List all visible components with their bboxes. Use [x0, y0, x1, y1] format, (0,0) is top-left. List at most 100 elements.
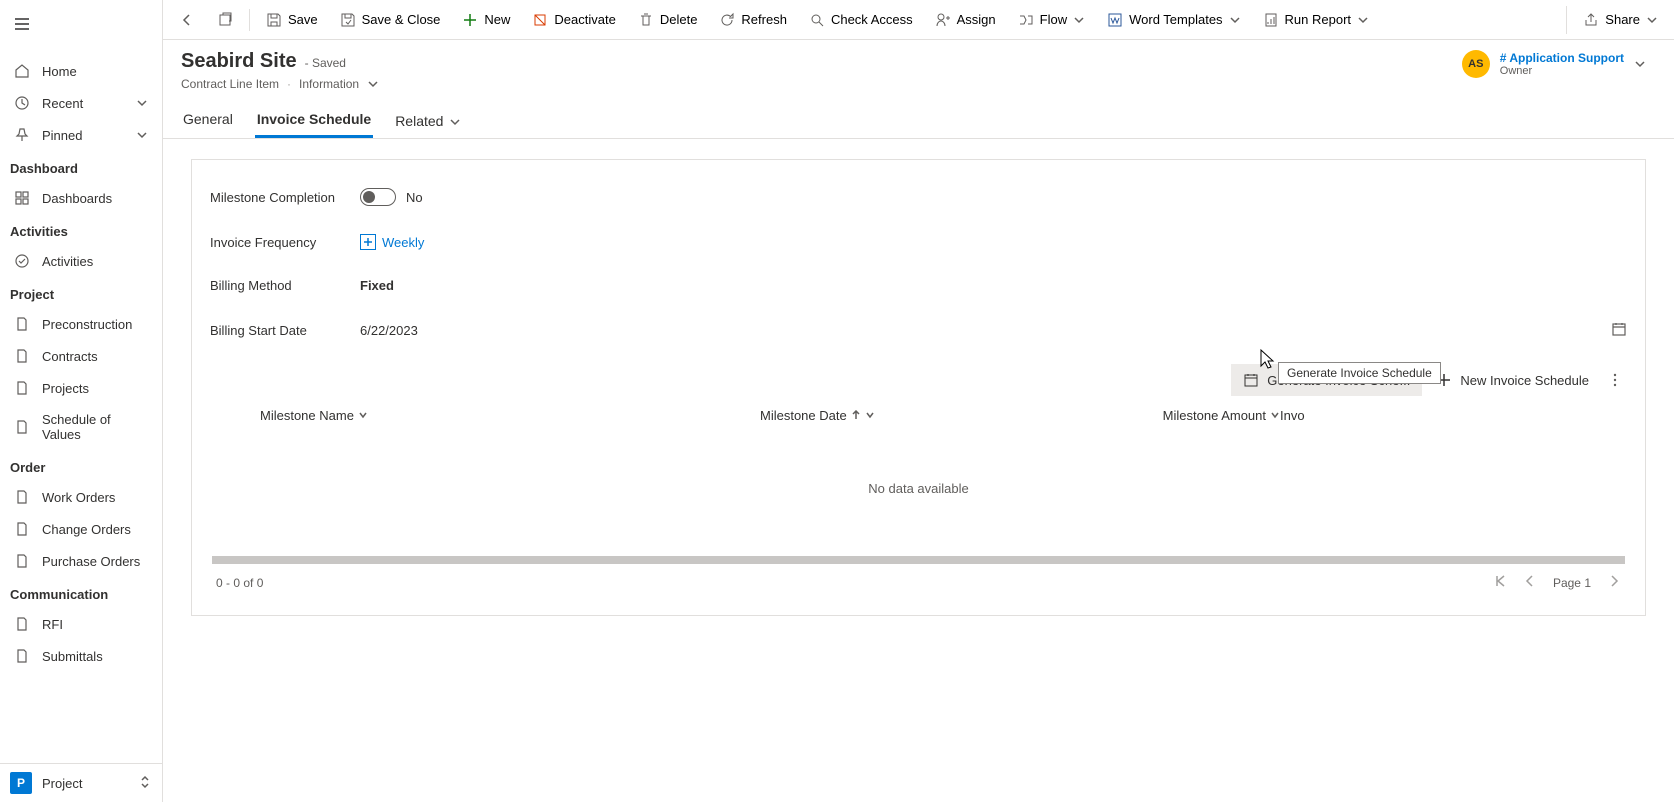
- field-label-milestone-completion: Milestone Completion: [210, 190, 360, 205]
- sidebar-item-dashboards[interactable]: Dashboards: [0, 182, 162, 214]
- hamburger-menu-button[interactable]: [0, 8, 162, 43]
- sidebar-item-activities[interactable]: Activities: [0, 245, 162, 277]
- field-label-billing-start-date: Billing Start Date: [210, 323, 360, 338]
- doc-icon: [14, 616, 30, 632]
- sidebar-item-home[interactable]: Home: [0, 55, 162, 87]
- sidebar-item-contracts[interactable]: Contracts: [0, 340, 162, 372]
- cmd-label: Assign: [957, 12, 996, 27]
- billing-method-value[interactable]: Fixed: [360, 278, 1597, 293]
- sidebar-item-label: Home: [42, 64, 77, 79]
- tooltip: Generate Invoice Schedule: [1278, 362, 1441, 384]
- save-close-button[interactable]: Save & Close: [330, 6, 451, 34]
- tab-invoice-schedule[interactable]: Invoice Schedule: [255, 103, 373, 138]
- sidebar-item-change-orders[interactable]: Change Orders: [0, 513, 162, 545]
- milestone-completion-value: No: [406, 190, 423, 205]
- breadcrumb: Contract Line Item · Information: [181, 77, 1462, 91]
- owner-name[interactable]: # Application Support: [1500, 51, 1624, 65]
- sidebar-item-label: Submittals: [42, 649, 103, 664]
- sidebar-item-label: Preconstruction: [42, 317, 132, 332]
- cmd-label: Run Report: [1285, 12, 1351, 27]
- new-button[interactable]: New: [452, 6, 520, 34]
- field-label-billing-method: Billing Method: [210, 278, 360, 293]
- check-access-button[interactable]: Check Access: [799, 6, 923, 34]
- app-label: Project: [42, 776, 82, 791]
- deactivate-button[interactable]: Deactivate: [522, 6, 625, 34]
- sidebar-section-communication: Communication: [0, 577, 162, 608]
- delete-button[interactable]: Delete: [628, 6, 708, 34]
- sidebar-item-schedule-of-values[interactable]: Schedule of Values: [0, 404, 162, 450]
- save-button[interactable]: Save: [256, 6, 328, 34]
- home-icon: [14, 63, 30, 79]
- subgrid-more-button[interactable]: [1603, 364, 1627, 396]
- tab-label: Related: [395, 113, 443, 129]
- refresh-icon: [719, 12, 735, 28]
- pager-prev-button[interactable]: [1523, 574, 1537, 591]
- flow-button[interactable]: Flow: [1008, 6, 1095, 34]
- horizontal-scrollbar[interactable]: [212, 556, 1625, 564]
- refresh-button[interactable]: Refresh: [709, 6, 797, 34]
- chevron-down-icon: [1357, 14, 1369, 26]
- run-report-button[interactable]: Run Report: [1253, 6, 1379, 34]
- tab-general[interactable]: General: [181, 103, 235, 138]
- doc-icon: [14, 521, 30, 537]
- clock-icon: [14, 95, 30, 111]
- sidebar-section-dashboard: Dashboard: [0, 151, 162, 182]
- column-invoice-date[interactable]: Invo: [1280, 408, 1340, 423]
- sidebar-item-label: Change Orders: [42, 522, 131, 537]
- report-icon: [1263, 12, 1279, 28]
- tab-related[interactable]: Related: [393, 103, 463, 138]
- sidebar-item-label: Work Orders: [42, 490, 115, 505]
- sidebar-item-label: Projects: [42, 381, 89, 396]
- doc-icon: [14, 348, 30, 364]
- column-milestone-date[interactable]: Milestone Date: [760, 408, 1160, 423]
- column-milestone-amount[interactable]: Milestone Amount: [1160, 408, 1280, 423]
- new-invoice-schedule-button[interactable]: New Invoice Schedule: [1424, 364, 1601, 396]
- owner-avatar[interactable]: AS: [1462, 50, 1490, 78]
- billing-start-date-value[interactable]: 6/22/2023: [360, 323, 1597, 338]
- sidebar-item-label: Schedule of Values: [42, 412, 148, 442]
- cmd-label: Deactivate: [554, 12, 615, 27]
- sidebar-item-recent[interactable]: Recent: [0, 87, 162, 119]
- share-button[interactable]: Share: [1573, 6, 1668, 34]
- command-bar: Save Save & Close New Deactivate Delete: [163, 0, 1674, 40]
- sidebar-item-preconstruction[interactable]: Preconstruction: [0, 308, 162, 340]
- sidebar-item-label: Purchase Orders: [42, 554, 140, 569]
- assign-button[interactable]: Assign: [925, 6, 1006, 34]
- breadcrumb-form: Information: [299, 77, 359, 91]
- milestone-completion-toggle[interactable]: [360, 188, 396, 206]
- chevron-down-icon: [358, 408, 368, 423]
- back-button[interactable]: [169, 6, 205, 34]
- chevron-down-icon: [1073, 14, 1085, 26]
- invoice-frequency-lookup[interactable]: Weekly: [360, 234, 1597, 250]
- sidebar-item-rfi[interactable]: RFI: [0, 608, 162, 640]
- search-icon: [809, 12, 825, 28]
- share-icon: [1583, 12, 1599, 28]
- deactivate-icon: [532, 12, 548, 28]
- word-templates-button[interactable]: Word Templates: [1097, 6, 1250, 34]
- sidebar-item-pinned[interactable]: Pinned: [0, 119, 162, 151]
- sidebar-item-purchase-orders[interactable]: Purchase Orders: [0, 545, 162, 577]
- pager-next-button[interactable]: [1607, 574, 1621, 591]
- cmd-label: Share: [1605, 12, 1640, 27]
- column-label: Milestone Amount: [1163, 408, 1266, 423]
- sidebar-item-label: Dashboards: [42, 191, 112, 206]
- sidebar-item-projects[interactable]: Projects: [0, 372, 162, 404]
- sort-up-icon: [851, 408, 861, 423]
- column-label: Invo: [1280, 408, 1305, 423]
- calendar-icon[interactable]: [1611, 321, 1627, 340]
- open-in-new-window-button[interactable]: [207, 6, 243, 34]
- sidebar-app-switcher[interactable]: P Project: [0, 763, 162, 802]
- field-label-invoice-frequency: Invoice Frequency: [210, 235, 360, 250]
- chevron-down-icon[interactable]: [367, 78, 379, 90]
- column-milestone-name[interactable]: Milestone Name: [260, 408, 760, 423]
- sidebar-item-work-orders[interactable]: Work Orders: [0, 481, 162, 513]
- dashboard-icon: [14, 190, 30, 206]
- pager-first-button[interactable]: [1493, 574, 1507, 591]
- sidebar-item-submittals[interactable]: Submittals: [0, 640, 162, 672]
- cmd-label: New: [484, 12, 510, 27]
- sidebar-section-activities: Activities: [0, 214, 162, 245]
- chevron-down-icon[interactable]: [1634, 58, 1646, 70]
- lookup-icon: [360, 234, 376, 250]
- chevron-down-icon: [136, 129, 148, 141]
- chevron-down-icon: [449, 115, 461, 127]
